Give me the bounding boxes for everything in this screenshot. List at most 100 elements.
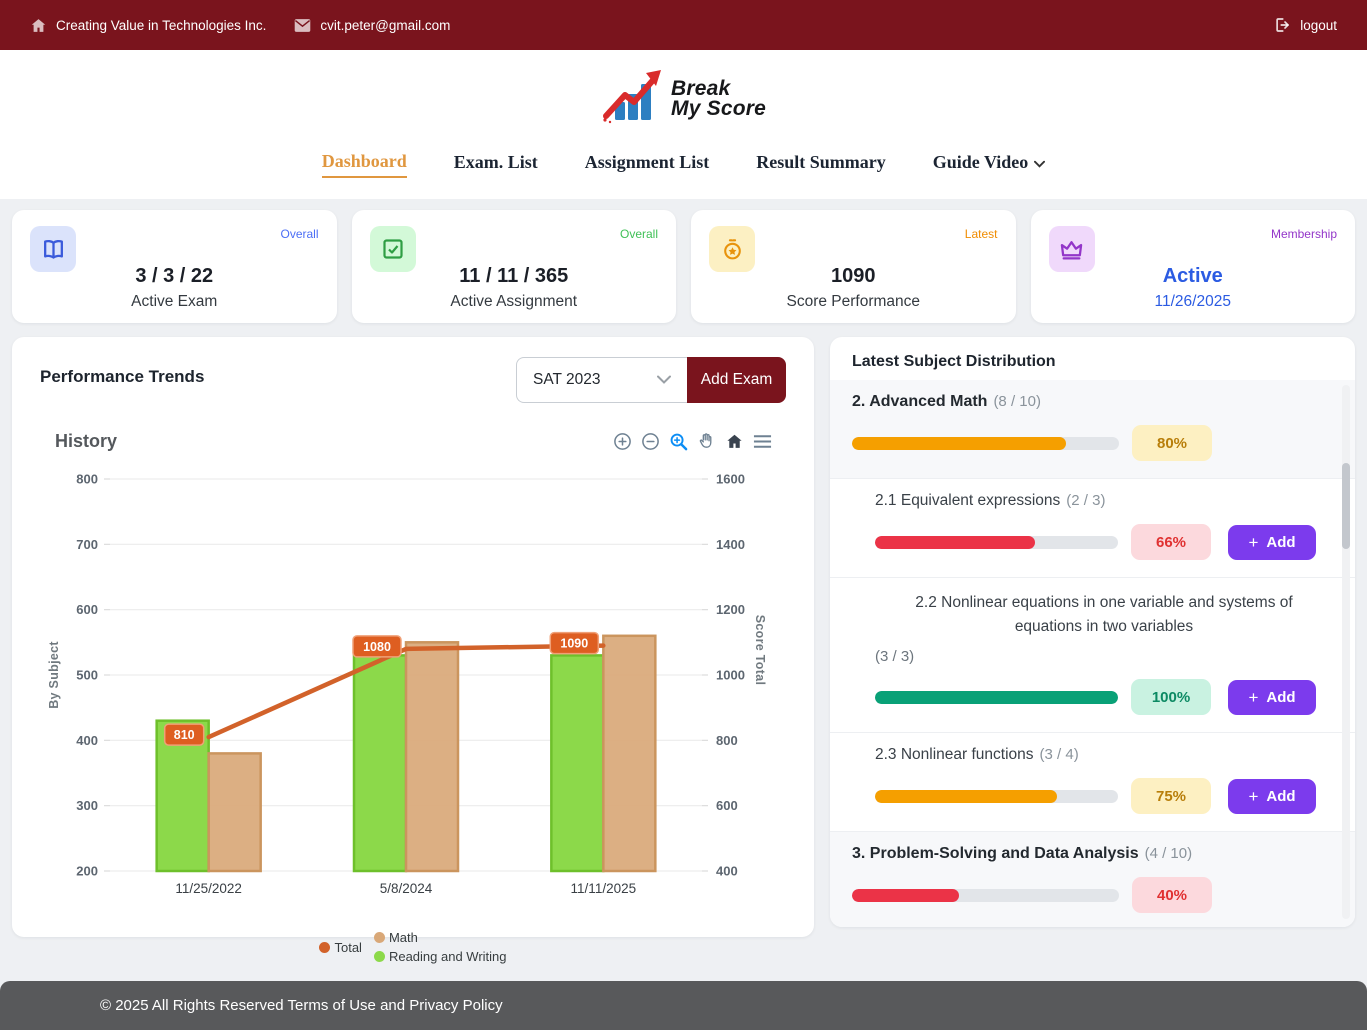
- progress-bar: [875, 536, 1118, 549]
- zoom-in-icon[interactable]: [613, 432, 632, 451]
- active-exam-card: Overall 3 / 3 / 22 Active Exam: [12, 210, 337, 323]
- brand-logo[interactable]: Break My Score: [0, 68, 1367, 129]
- legend-total[interactable]: Total: [319, 940, 361, 955]
- percent-badge: 66%: [1131, 524, 1211, 560]
- svg-text:300: 300: [76, 798, 98, 813]
- legend-reading-writing[interactable]: Reading and Writing: [374, 949, 507, 964]
- header: Break My Score Dashboard Exam. List Assi…: [0, 50, 1367, 199]
- svg-text:1600: 1600: [716, 472, 745, 487]
- progress-bar: [852, 437, 1119, 450]
- svg-text:1080: 1080: [363, 640, 391, 654]
- performance-trends-panel: Performance Trends SAT 2023 Add Exam His…: [12, 337, 814, 937]
- svg-text:400: 400: [716, 864, 738, 879]
- percent-badge: 75%: [1131, 778, 1211, 814]
- progress-bar: [875, 790, 1118, 803]
- active-assignment-card: Overall 11 / 11 / 365 Active Assignment: [352, 210, 677, 323]
- copyright-text: © 2025 All Rights Reserved Terms of Use …: [100, 997, 503, 1014]
- nav-result-summary[interactable]: Result Summary: [756, 151, 886, 178]
- home-icon[interactable]: [30, 17, 47, 34]
- chart-title: History: [55, 431, 117, 452]
- subject-sub-row: 2.2 Nonlinear equations in one variable …: [830, 578, 1355, 733]
- panel-title: Latest Subject Distribution: [830, 337, 1355, 380]
- logout-icon: [1273, 16, 1291, 34]
- membership-card: Membership Active 11/26/2025: [1031, 210, 1356, 323]
- footer: © 2025 All Rights Reserved Terms of Use …: [0, 981, 1367, 1030]
- svg-text:1200: 1200: [716, 602, 745, 617]
- svg-text:Score Total: Score Total: [753, 615, 767, 685]
- svg-text:11/11/2025: 11/11/2025: [571, 881, 637, 896]
- svg-text:810: 810: [174, 728, 195, 742]
- svg-text:600: 600: [76, 602, 98, 617]
- percent-badge: 100%: [1131, 679, 1211, 715]
- add-button[interactable]: +Add: [1228, 525, 1316, 560]
- card-value: 11 / 11 / 365: [352, 265, 677, 288]
- svg-text:700: 700: [76, 537, 98, 552]
- legend-math[interactable]: Math: [374, 930, 507, 945]
- logout-button[interactable]: logout: [1273, 16, 1337, 34]
- progress-bar: [875, 691, 1118, 704]
- company-name: Creating Value in Technologies Inc.: [56, 18, 266, 33]
- svg-text:1090: 1090: [560, 637, 588, 651]
- add-button[interactable]: +Add: [1228, 779, 1316, 814]
- main-nav: Dashboard Exam. List Assignment List Res…: [0, 151, 1367, 178]
- user-email: cvit.peter@gmail.com: [320, 18, 450, 33]
- subject-section-row: 3. Problem-Solving and Data Analysis(4 /…: [830, 832, 1355, 927]
- card-label: Score Performance: [691, 293, 1016, 311]
- card-badge: Overall: [280, 227, 318, 241]
- add-exam-button[interactable]: Add Exam: [687, 357, 786, 403]
- svg-text:By Subject: By Subject: [47, 641, 61, 709]
- pan-icon[interactable]: [697, 432, 716, 451]
- selection-zoom-icon[interactable]: [669, 432, 688, 451]
- stat-cards-row: Overall 3 / 3 / 22 Active Exam Overall 1…: [12, 210, 1355, 323]
- add-button[interactable]: +Add: [1228, 680, 1316, 715]
- svg-text:200: 200: [76, 864, 98, 879]
- exam-select[interactable]: SAT 2023: [516, 357, 687, 403]
- card-label: 11/26/2025: [1031, 293, 1356, 311]
- subject-sub-row: 2.3 Nonlinear functions(3 / 4) 75% +Add: [830, 733, 1355, 832]
- email-icon: [294, 18, 311, 33]
- plus-icon: +: [1248, 534, 1258, 551]
- svg-text:5/8/2024: 5/8/2024: [380, 881, 433, 896]
- logo-text: Break My Score: [671, 79, 766, 119]
- progress-bar: [852, 889, 1119, 902]
- svg-text:600: 600: [716, 798, 738, 813]
- subject-sub-row: 2.1 Equivalent expressions(2 / 3) 66% +A…: [830, 479, 1355, 578]
- scrollbar-thumb[interactable]: [1342, 463, 1350, 549]
- subject-distribution-panel: Latest Subject Distribution 2. Advanced …: [830, 337, 1355, 927]
- percent-badge: 80%: [1132, 425, 1212, 461]
- main-content: Overall 3 / 3 / 22 Active Exam Overall 1…: [0, 199, 1367, 937]
- card-badge: Latest: [965, 227, 998, 241]
- svg-text:11/25/2022: 11/25/2022: [175, 881, 242, 896]
- chart-legend: Total Math Reading and Writing: [12, 930, 814, 964]
- history-chart[interactable]: 8007006005004003002001600140012001000800…: [40, 458, 786, 915]
- svg-text:1400: 1400: [716, 537, 745, 552]
- scrollbar-track[interactable]: [1342, 385, 1350, 919]
- card-value: 1090: [691, 265, 1016, 288]
- percent-badge: 40%: [1132, 877, 1212, 913]
- card-badge: Overall: [620, 227, 658, 241]
- svg-text:800: 800: [76, 472, 98, 487]
- plus-icon: +: [1248, 689, 1258, 706]
- logo-chart-icon: [601, 68, 665, 129]
- chevron-down-icon: [1034, 152, 1045, 173]
- card-label: Active Assignment: [352, 293, 677, 311]
- home-icon[interactable]: [725, 432, 744, 451]
- card-badge: Membership: [1271, 227, 1337, 241]
- card-value: Active: [1031, 265, 1356, 288]
- card-label: Active Exam: [12, 293, 337, 311]
- score-performance-card: Latest 1090 Score Performance: [691, 210, 1016, 323]
- topbar: Creating Value in Technologies Inc. cvit…: [0, 0, 1367, 50]
- svg-text:1000: 1000: [716, 668, 745, 683]
- svg-text:400: 400: [76, 733, 98, 748]
- plus-icon: +: [1248, 788, 1258, 805]
- zoom-out-icon[interactable]: [641, 432, 660, 451]
- logout-label: logout: [1300, 18, 1337, 33]
- chevron-down-icon: [657, 371, 671, 389]
- subject-section-row: 2. Advanced Math(8 / 10) 80%: [830, 380, 1355, 479]
- menu-icon[interactable]: [753, 433, 772, 450]
- nav-assignment-list[interactable]: Assignment List: [585, 151, 710, 178]
- nav-guide-video[interactable]: Guide Video: [933, 151, 1046, 178]
- nav-dashboard[interactable]: Dashboard: [322, 151, 407, 178]
- svg-text:500: 500: [76, 668, 98, 683]
- nav-exam-list[interactable]: Exam. List: [454, 151, 538, 178]
